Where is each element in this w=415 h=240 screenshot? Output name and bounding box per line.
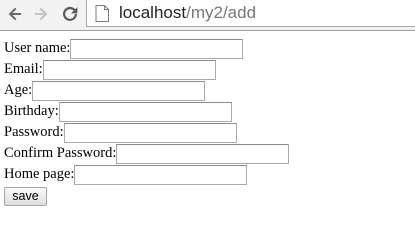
homepage-label: Home page: <box>4 166 75 182</box>
username-input[interactable] <box>70 38 244 59</box>
add-user-form: User name: Email: Age: Birthday: Passwor… <box>4 38 290 206</box>
page-icon <box>95 2 113 24</box>
form-row-confirm-password: Confirm Password: <box>4 143 290 164</box>
birthday-input[interactable] <box>58 101 232 122</box>
url-path: /my2/add <box>186 3 257 22</box>
forward-arrow-icon[interactable] <box>30 3 52 25</box>
form-row-email: Email: <box>4 59 289 80</box>
save-button[interactable]: save <box>4 187 47 206</box>
email-input[interactable] <box>42 59 216 80</box>
form-row-birthday: Birthday: <box>4 101 289 122</box>
address-bar[interactable]: localhost/my2/add <box>86 0 415 27</box>
form-row-age: Age: <box>4 80 289 101</box>
confirm-password-label: Confirm Password: <box>4 145 117 161</box>
confirm-password-input[interactable] <box>116 143 290 164</box>
password-input[interactable] <box>63 122 237 143</box>
form-row-username: User name: <box>4 38 289 59</box>
form-row-password: Password: <box>4 122 289 143</box>
reload-icon[interactable] <box>59 3 81 25</box>
birthday-label: Birthday: <box>4 103 59 119</box>
url-text: localhost/my2/add <box>119 2 256 24</box>
back-arrow-icon[interactable] <box>4 3 26 25</box>
form-row-homepage: Home page: <box>4 164 289 185</box>
email-label: Email: <box>4 61 43 77</box>
age-label: Age: <box>4 82 33 98</box>
homepage-input[interactable] <box>74 164 248 185</box>
username-label: User name: <box>4 40 71 56</box>
browser-toolbar: localhost/my2/add <box>0 0 415 31</box>
url-host: localhost <box>119 3 187 22</box>
password-label: Password: <box>4 124 64 140</box>
age-input[interactable] <box>32 80 206 101</box>
